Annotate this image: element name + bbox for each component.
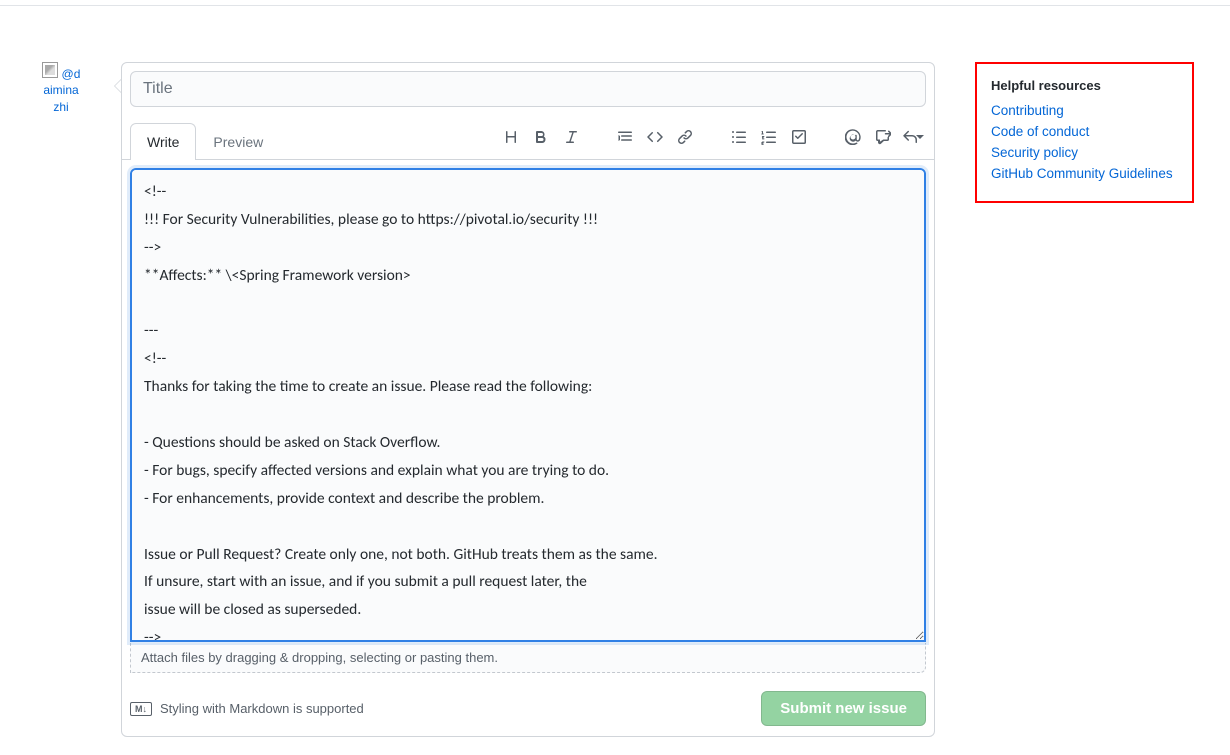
title-input[interactable]: [130, 71, 926, 107]
cross-reference-icon[interactable]: [870, 124, 896, 150]
saved-reply-icon[interactable]: [900, 124, 926, 150]
ordered-list-icon[interactable]: [756, 124, 782, 150]
italic-icon[interactable]: [558, 124, 584, 150]
link-community-guidelines[interactable]: GitHub Community Guidelines: [991, 166, 1178, 181]
editor-header: Write Preview: [122, 115, 934, 160]
body-textarea[interactable]: [130, 168, 926, 642]
top-divider: [0, 5, 1230, 6]
link-security-policy[interactable]: Security policy: [991, 145, 1178, 160]
bold-icon[interactable]: [528, 124, 554, 150]
markdown-toolbar: [498, 124, 926, 150]
heading-icon[interactable]: [498, 124, 524, 150]
tab-preview[interactable]: Preview: [196, 123, 280, 160]
sidebar-title: Helpful resources: [991, 78, 1178, 93]
mention-icon[interactable]: [840, 124, 866, 150]
submit-new-issue-button[interactable]: Submit new issue: [761, 691, 926, 726]
link-contributing[interactable]: Contributing: [991, 103, 1178, 118]
link-icon[interactable]: [672, 124, 698, 150]
attach-hint[interactable]: Attach files by dragging & dropping, sel…: [130, 643, 926, 673]
issue-form: Write Preview: [121, 62, 935, 737]
tab-write[interactable]: Write: [130, 123, 196, 160]
code-icon[interactable]: [642, 124, 668, 150]
broken-image-icon: [42, 62, 58, 78]
tasklist-icon[interactable]: [786, 124, 812, 150]
quote-icon[interactable]: [612, 124, 638, 150]
link-code-of-conduct[interactable]: Code of conduct: [991, 124, 1178, 139]
markdown-icon: M↓: [130, 702, 152, 716]
markdown-hint-text: Styling with Markdown is supported: [160, 701, 364, 716]
markdown-hint[interactable]: M↓ Styling with Markdown is supported: [130, 701, 364, 716]
unordered-list-icon[interactable]: [726, 124, 752, 150]
helpful-resources: Helpful resources Contributing Code of c…: [975, 62, 1194, 203]
avatar[interactable]: @daiminazhi: [41, 62, 81, 114]
